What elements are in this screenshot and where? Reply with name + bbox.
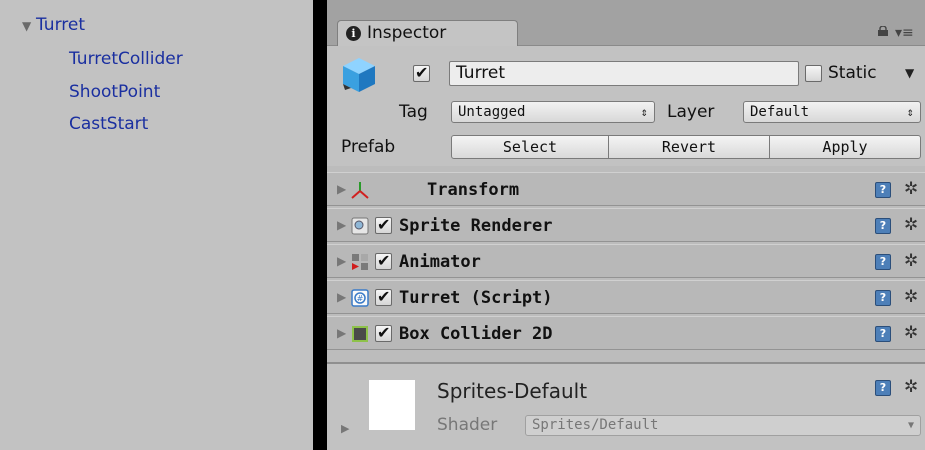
- info-icon: i: [346, 26, 361, 41]
- static-dropdown-arrow-icon[interactable]: ▼: [905, 61, 914, 86]
- hierarchy-item-turret[interactable]: ▼ Turret: [22, 12, 85, 38]
- hierarchy-item-cast-start[interactable]: CastStart: [69, 111, 148, 137]
- checkmark-icon: ✔: [377, 323, 391, 342]
- layer-label: Layer: [667, 102, 715, 122]
- material-name: Sprites-Default: [437, 379, 588, 403]
- shader-label: Shader: [437, 415, 498, 435]
- component-transform[interactable]: ▶ Transform ? ✲: [327, 172, 925, 206]
- help-icon[interactable]: ?: [875, 326, 891, 342]
- sprite-renderer-icon: [351, 217, 369, 235]
- collapse-arrow-icon[interactable]: ▶: [337, 182, 346, 196]
- help-icon[interactable]: ?: [875, 290, 891, 306]
- material-preview-thumbnail[interactable]: [369, 380, 415, 430]
- collapse-arrow-icon[interactable]: ▶: [337, 254, 346, 268]
- component-animator[interactable]: ▶ ✔ Animator ? ✲: [327, 244, 925, 278]
- checkmark-icon: ✔: [415, 63, 429, 82]
- component-turret-script[interactable]: ▶ # ✔ Turret (Script) ? ✲: [327, 280, 925, 314]
- inspector-panel: i Inspector ▾≡ ✔ Turret Static ▼ Tag Unta…: [327, 0, 925, 450]
- shader-dropdown[interactable]: Sprites/Default ▼: [525, 415, 921, 436]
- layer-dropdown[interactable]: Default ⇕: [743, 101, 921, 123]
- tab-menu-icon[interactable]: ▾≡: [895, 26, 914, 40]
- help-icon[interactable]: ?: [875, 182, 891, 198]
- tab-inspector[interactable]: i Inspector: [337, 20, 518, 46]
- transform-axes-icon: [351, 182, 369, 199]
- collapse-arrow-icon[interactable]: ▶: [337, 218, 346, 232]
- inspector-tab-bar: i Inspector ▾≡: [327, 0, 925, 46]
- dropdown-arrow-icon: ▼: [907, 420, 914, 431]
- static-checkbox[interactable]: [805, 65, 822, 82]
- tag-label: Tag: [399, 102, 428, 122]
- component-enabled-checkbox[interactable]: ✔: [375, 287, 392, 306]
- component-title: Sprite Renderer: [399, 216, 553, 236]
- game-object-header: ✔ Turret Static ▼ Tag Untagged ⇕ Layer D…: [327, 46, 925, 166]
- prefab-label: Prefab: [341, 137, 396, 157]
- hierarchy-item-label: Turret: [36, 15, 86, 35]
- component-enabled-checkbox[interactable]: ✔: [375, 323, 392, 342]
- collapse-arrow-icon[interactable]: ▶: [337, 290, 346, 304]
- prefab-revert-button[interactable]: Revert: [608, 135, 770, 159]
- gear-icon[interactable]: ✲: [904, 377, 918, 397]
- box-collider-2d-icon: [352, 326, 368, 342]
- checkmark-icon: ✔: [377, 287, 391, 306]
- lock-icon[interactable]: [877, 26, 889, 36]
- svg-text:#: #: [357, 294, 364, 303]
- material-section: ▶ Sprites-Default ? ✲ Shader Sprites/Def…: [327, 362, 925, 450]
- tab-inspector-label: Inspector: [367, 23, 447, 43]
- checkmark-icon: ✔: [377, 251, 391, 270]
- game-object-cube-icon: [343, 58, 375, 92]
- component-title: Turret (Script): [399, 288, 553, 308]
- updown-arrow-icon: ⇕: [640, 105, 648, 119]
- help-icon[interactable]: ?: [875, 218, 891, 234]
- tag-dropdown[interactable]: Untagged ⇕: [451, 101, 655, 123]
- gear-icon[interactable]: ✲: [904, 215, 918, 235]
- prefab-select-button[interactable]: Select: [451, 135, 609, 159]
- prefab-apply-button[interactable]: Apply: [769, 135, 921, 159]
- active-checkbox[interactable]: ✔: [413, 63, 430, 82]
- collapse-arrow-icon[interactable]: ▶: [337, 326, 346, 340]
- help-icon[interactable]: ?: [875, 254, 891, 270]
- hierarchy-panel: ▼ Turret TurretCollider ShootPoint CastSt…: [0, 0, 313, 450]
- help-icon[interactable]: ?: [875, 380, 891, 396]
- component-sprite-renderer[interactable]: ▶ ✔ Sprite Renderer ? ✲: [327, 208, 925, 242]
- hierarchy-item-shoot-point[interactable]: ShootPoint: [69, 79, 160, 105]
- shader-dropdown-value: Sprites/Default: [532, 417, 659, 433]
- component-title: Box Collider 2D: [399, 324, 553, 344]
- component-enabled-checkbox[interactable]: ✔: [375, 251, 392, 270]
- updown-arrow-icon: ⇕: [906, 105, 914, 119]
- layer-dropdown-value: Default: [750, 104, 810, 120]
- animator-icon: [352, 254, 368, 270]
- collapse-arrow-icon[interactable]: ▶: [341, 422, 349, 435]
- panel-divider[interactable]: [313, 0, 327, 450]
- component-box-collider-2d[interactable]: ▶ ✔ Box Collider 2D ? ✲: [327, 316, 925, 350]
- checkmark-icon: ✔: [377, 215, 391, 234]
- csharp-script-icon: #: [351, 289, 369, 307]
- expand-arrow-icon[interactable]: ▼: [22, 13, 36, 39]
- object-name-field[interactable]: Turret: [449, 61, 799, 86]
- gear-icon[interactable]: ✲: [904, 251, 918, 271]
- gear-icon[interactable]: ✲: [904, 179, 918, 199]
- hierarchy-item-turret-collider[interactable]: TurretCollider: [69, 46, 183, 72]
- component-enabled-checkbox[interactable]: ✔: [375, 215, 392, 234]
- gear-icon[interactable]: ✲: [904, 287, 918, 307]
- static-label: Static: [828, 63, 877, 83]
- component-title: Transform: [427, 180, 520, 200]
- component-title: Animator: [399, 252, 481, 272]
- tag-dropdown-value: Untagged: [458, 104, 526, 120]
- gear-icon[interactable]: ✲: [904, 323, 918, 343]
